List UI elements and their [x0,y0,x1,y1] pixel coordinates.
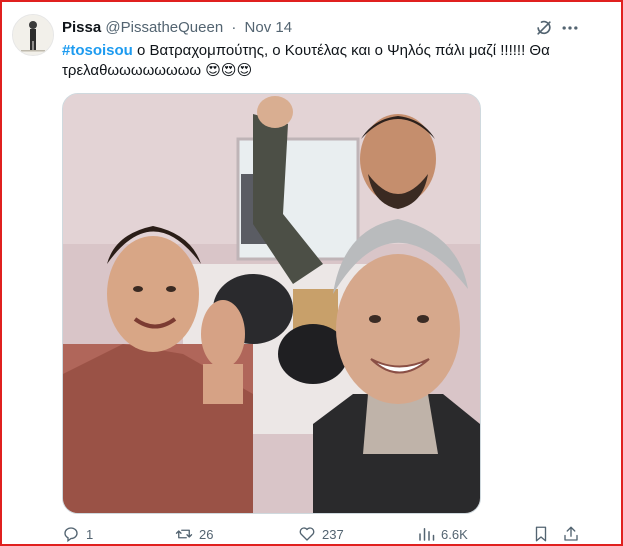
grok-icon[interactable] [534,18,554,38]
avatar[interactable] [12,14,54,56]
reply-count: 1 [86,526,94,542]
tweet-text-line1: ο Βατραχομπούτης, ο Κουτέλας και ο Ψηλός… [132,42,550,59]
heart-icon [299,527,315,541]
like-count: 237 [322,526,344,542]
share-button[interactable] [562,524,580,544]
tweet-text: #tosoisou ο Βατραχομπούτης, ο Κουτέλας κ… [62,41,572,81]
tweet-actions: 1 26 237 6.6K [62,524,582,546]
reply-icon [64,527,78,543]
bookmark-button[interactable] [532,524,550,544]
share-icon [564,526,578,541]
views-icon [419,528,435,541]
views-count: 6.6K [441,526,468,542]
repost-button[interactable]: 26 [175,524,213,544]
like-button[interactable]: 237 [298,524,344,544]
tweet-text-line2: τρελαθωωωωωωωω 😍😍😍 [62,62,253,79]
bookmark-icon [535,526,547,542]
tweet-date[interactable]: Nov 14 [245,19,293,36]
separator-dot: · [231,19,237,36]
more-icon[interactable] [560,18,580,38]
display-name[interactable]: Pissa [62,19,101,36]
user-handle[interactable]: @PissatheQueen [105,19,223,36]
repost-icon [175,529,193,539]
views-button[interactable]: 6.6K [417,524,468,544]
tweet-photo[interactable] [62,93,481,514]
tweet-header: Pissa @PissatheQueen · Nov 14 [62,18,292,38]
reply-button[interactable]: 1 [62,524,93,544]
repost-count: 26 [199,526,214,542]
hashtag-link[interactable]: #tosoisou [62,42,133,59]
